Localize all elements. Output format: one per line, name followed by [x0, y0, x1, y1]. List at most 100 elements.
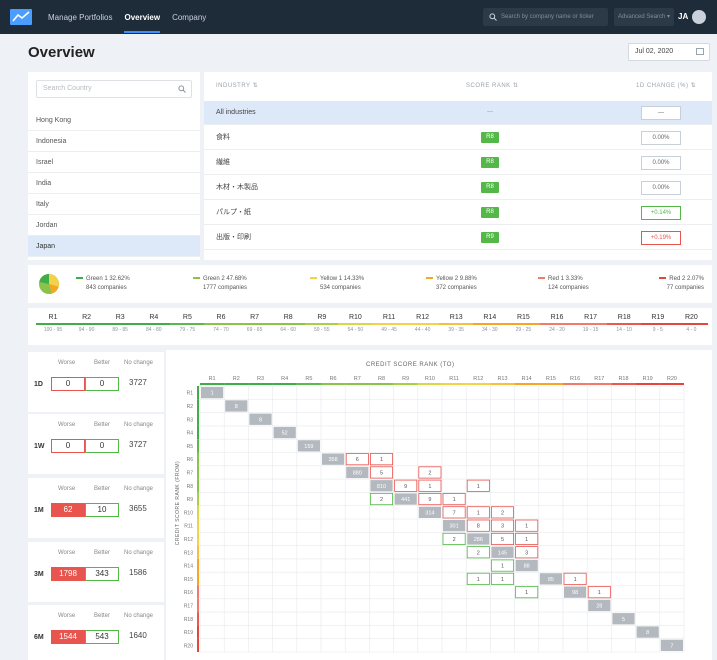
- better-header: Better: [94, 486, 111, 492]
- row-label-r9: R9: [187, 497, 194, 503]
- row-label-r17: R17: [184, 603, 193, 609]
- change-card-6m[interactable]: Worse Better No change 6M 1544 543 1640: [28, 605, 164, 660]
- country-search-input[interactable]: Search Country: [36, 80, 192, 98]
- better-count[interactable]: 543: [85, 630, 119, 644]
- nav-manage-portfolios[interactable]: Manage Portfolios: [48, 13, 112, 22]
- country-item-indonesia[interactable]: Indonesia: [28, 131, 200, 152]
- matrix-cell-value: 98: [572, 590, 578, 596]
- period-label: 1W: [34, 443, 45, 450]
- legend-label: Yellow 2 9.88%: [436, 276, 477, 282]
- matrix-cell-value: 5: [501, 537, 504, 543]
- rank-cell-r8: R8 64 - 60: [271, 314, 306, 333]
- period-label: 1D: [34, 381, 43, 388]
- change-badge: 0.00%: [641, 156, 681, 170]
- change-badge: 0.00%: [641, 181, 681, 195]
- rank-label: R15: [516, 314, 530, 321]
- column-color-bar: [538, 383, 563, 385]
- change-badge: 0.00%: [641, 131, 681, 145]
- matrix-cell-value: 3: [501, 524, 504, 530]
- better-count[interactable]: 10: [85, 503, 119, 517]
- legend-count: 1777 companies: [203, 285, 248, 291]
- top-nav-bar: Manage Portfolios Overview Company: [0, 0, 717, 34]
- worse-count[interactable]: 62: [51, 503, 85, 517]
- rank-cell-r9: R9 59 - 55: [304, 314, 339, 333]
- row-color-bar: [197, 545, 199, 559]
- industry-name: 木材・木製品: [216, 184, 258, 191]
- column-label-r8: R8: [378, 376, 385, 382]
- column-color-bar: [200, 383, 225, 385]
- worse-count[interactable]: 0: [51, 377, 85, 391]
- rank-color-bar: [674, 323, 709, 325]
- country-item-india[interactable]: India: [28, 173, 200, 194]
- change-card-1d[interactable]: Worse Better No change 1D 0 0 3727: [28, 352, 164, 412]
- nav-company[interactable]: Company: [172, 13, 206, 22]
- better-count[interactable]: 343: [85, 567, 119, 581]
- change-badge: +0.14%: [641, 206, 681, 220]
- rank-color-bar: [170, 323, 205, 325]
- rank-column-header[interactable]: SCORE RANK ⇅: [466, 72, 518, 100]
- rank-cell-r13: R13 39 - 35: [439, 314, 474, 333]
- better-count[interactable]: 0: [85, 377, 119, 391]
- row-label-r20: R20: [184, 643, 193, 649]
- table-row[interactable]: All industries — —: [204, 101, 712, 125]
- advanced-search-dropdown[interactable]: Advanced Search ▾: [614, 8, 674, 26]
- column-label-r4: R4: [281, 376, 288, 382]
- table-row[interactable]: パルプ・紙 R8 +0.14%: [204, 201, 712, 225]
- date-picker[interactable]: Jul 02, 2020: [628, 43, 710, 61]
- better-count[interactable]: 0: [85, 439, 119, 453]
- matrix-cell-value: 3: [525, 550, 528, 556]
- rank-cell-r16: R16 24 - 20: [540, 314, 574, 333]
- table-row[interactable]: 食料 R8 0.00%: [204, 126, 712, 150]
- transition-matrix: R1 R2 R3 R4 R5 R6 R7 R8 R9 R10 R11 R12 R13 R14 R15 R16 R…: [184, 376, 685, 653]
- industry-column-header[interactable]: INDUSTRY ⇅: [216, 72, 258, 100]
- table-row[interactable]: 木材・木製品 R8 0.00%: [204, 176, 712, 200]
- app-logo-icon[interactable]: [10, 9, 32, 25]
- column-color-bar: [635, 383, 660, 385]
- worse-count[interactable]: 1544: [51, 630, 85, 644]
- row-color-bar: [197, 505, 199, 519]
- country-item-italy[interactable]: Italy: [28, 194, 200, 215]
- rank-color-bar: [338, 323, 373, 325]
- matrix-cell-value: 8: [235, 404, 238, 410]
- user-initials[interactable]: JA: [678, 12, 688, 21]
- column-label-r13: R13: [497, 376, 507, 382]
- matrix-cell-value: 1: [598, 590, 601, 596]
- rank-color-bar: [472, 323, 507, 325]
- rank-color-bar: [36, 323, 70, 325]
- country-item-jordan[interactable]: Jordan: [28, 215, 200, 236]
- rank-color-bar: [540, 323, 574, 325]
- user-avatar[interactable]: [692, 10, 706, 24]
- rank-color-bar: [136, 323, 171, 325]
- change-card-1w[interactable]: Worse Better No change 1W 0 0 3727: [28, 414, 164, 474]
- no-change-count: 3655: [129, 504, 147, 513]
- company-search-input[interactable]: Search by company name or ticker: [483, 8, 608, 26]
- change-card-3m[interactable]: Worse Better No change 3M 1798 343 1586: [28, 542, 164, 602]
- change-column-header[interactable]: 1D CHANGE (%) ⇅: [636, 72, 696, 100]
- matrix-cell-value: 1: [525, 590, 528, 596]
- worse-count[interactable]: 1798: [51, 567, 85, 581]
- worse-header: Worse: [58, 422, 76, 428]
- table-row[interactable]: 出版・印刷 R9 +0.19%: [204, 226, 712, 250]
- row-color-bar: [197, 519, 199, 533]
- row-label-r19: R19: [184, 630, 193, 636]
- table-row[interactable]: 繊維 R8 0.00%: [204, 151, 712, 175]
- column-label-r14: R14: [522, 376, 532, 382]
- matrix-cell-value: 301: [450, 524, 459, 530]
- worse-count[interactable]: 0: [51, 439, 85, 453]
- country-item-israel[interactable]: Israel: [28, 152, 200, 173]
- row-color-bar: [197, 399, 199, 413]
- rank-color-bar: [237, 323, 272, 325]
- country-item-hong-kong[interactable]: Hong Kong: [28, 110, 200, 131]
- rank-range: 14 - 10: [616, 327, 632, 333]
- row-color-bar: [197, 625, 199, 639]
- rank-cell-r2: R2 94 - 90: [69, 314, 104, 333]
- legend-item: Green 2 47.68% 1777 companies: [193, 275, 247, 293]
- no-change-count: 1640: [129, 631, 147, 640]
- row-color-bar: [197, 479, 199, 493]
- change-card-1m[interactable]: Worse Better No change 1M 62 10 3655: [28, 478, 164, 538]
- nav-overview[interactable]: Overview: [124, 13, 160, 33]
- score-rank-badge: R9: [481, 232, 499, 243]
- row-color-bar: [197, 572, 199, 586]
- row-color-bar: [197, 612, 199, 626]
- country-item-japan[interactable]: Japan: [28, 236, 200, 257]
